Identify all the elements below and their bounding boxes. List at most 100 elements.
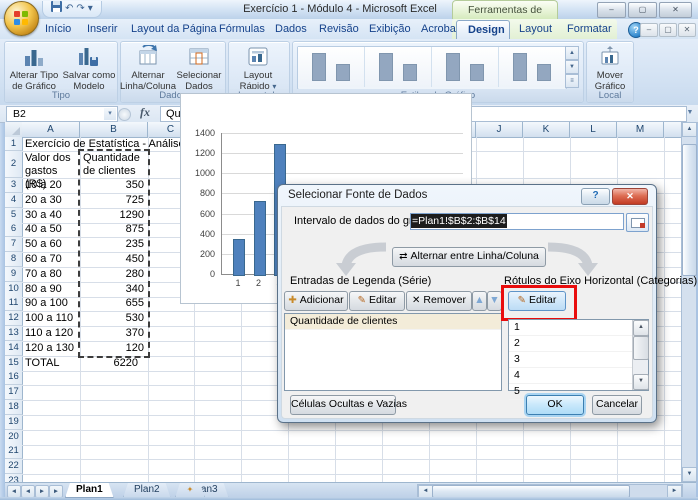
ribbon-tab-layout-da-p-gina[interactable]: Layout da Página: [120, 20, 208, 39]
axis-list-item[interactable]: 4: [509, 368, 633, 384]
scroll-up-icon[interactable]: ▲: [633, 320, 649, 336]
row-header-17[interactable]: 17: [5, 385, 23, 400]
hidden-empty-cells-button[interactable]: Células Ocultas e Vazias: [290, 395, 396, 415]
ribbon-tab-in-cio[interactable]: Início: [34, 20, 76, 39]
expand-formula-bar-icon[interactable]: ▼: [684, 109, 696, 119]
add-series-button[interactable]: ✚Adicionar: [284, 291, 348, 311]
workbook-minimize-icon[interactable]: –: [640, 23, 658, 37]
axis-list-scrollbar[interactable]: ▲ ▼: [632, 320, 648, 390]
row-header-4[interactable]: 4: [5, 193, 23, 208]
row-header-16[interactable]: 16: [5, 370, 23, 385]
ribbon-tab-f-rmulas[interactable]: Fórmulas: [208, 20, 264, 39]
vscroll-down-icon[interactable]: ▼: [682, 467, 697, 482]
namebox-dropdown-icon[interactable]: ▾: [104, 108, 116, 120]
change-chart-type-button[interactable]: Alterar Tipo de Gráfico: [7, 44, 61, 88]
ok-button[interactable]: OK: [526, 395, 584, 415]
cell-qty[interactable]: 235: [81, 238, 144, 251]
row-header-20[interactable]: 20: [5, 430, 23, 445]
cell-range[interactable]: 60 a 70: [25, 253, 62, 266]
insert-function-icon[interactable]: fx: [134, 106, 156, 120]
gallery-down-icon[interactable]: ▼: [565, 60, 579, 74]
cell-range[interactable]: 50 a 60: [25, 238, 62, 251]
cell-total-value[interactable]: 6220: [75, 357, 138, 370]
office-button[interactable]: [4, 1, 39, 36]
cell-qty[interactable]: 530: [81, 312, 144, 325]
vscroll-thumb[interactable]: [682, 144, 697, 276]
ribbon-tab-acrobat[interactable]: Acrobat: [410, 20, 460, 39]
cell-range[interactable]: 40 a 50: [25, 223, 62, 236]
chart-data-range-input[interactable]: =Plan1!$B$2:$B$14: [410, 213, 624, 230]
select-all-corner[interactable]: [5, 122, 23, 138]
axis-labels-list[interactable]: 12345 ▲ ▼: [508, 319, 649, 391]
save-as-template-button[interactable]: Salvar como Modelo: [62, 44, 116, 88]
undo-icon[interactable]: ↶: [65, 2, 73, 16]
cell-range[interactable]: 110 a 120: [25, 327, 73, 340]
row-header-18[interactable]: 18: [5, 400, 23, 415]
redo-icon[interactable]: ↷: [76, 2, 84, 16]
edit-axis-labels-button[interactable]: ✎Editar: [508, 291, 566, 311]
row-header-10[interactable]: 10: [5, 282, 23, 297]
switch-row-column-dialog-button[interactable]: ⇄Alternar entre Linha/Coluna: [392, 247, 546, 267]
chart-style-thumbnail[interactable]: [298, 47, 365, 87]
gallery-up-icon[interactable]: ▲: [565, 46, 579, 60]
chart-style-thumbnail[interactable]: [432, 47, 499, 87]
chart-bar[interactable]: [254, 201, 266, 276]
cell-qty[interactable]: 1290: [81, 209, 144, 222]
row-header-11[interactable]: 11: [5, 296, 23, 311]
row-header-14[interactable]: 14: [5, 341, 23, 356]
cell-range[interactable]: 20 a 30: [25, 194, 62, 207]
sheet-tab-plan1[interactable]: Plan1: [65, 483, 114, 498]
name-box[interactable]: B2 ▾: [6, 106, 118, 122]
workbook-close-icon[interactable]: ✕: [678, 23, 696, 37]
row-header-22[interactable]: 22: [5, 459, 23, 474]
ribbon-tab-exibi-o[interactable]: Exibição: [358, 20, 410, 39]
row-header-9[interactable]: 9: [5, 267, 23, 282]
insert-sheet-tab[interactable]: ✦: [175, 483, 205, 498]
move-series-down-icon[interactable]: ▼: [487, 291, 502, 311]
move-series-up-icon[interactable]: ▲: [472, 291, 487, 311]
ribbon-tab-revis-o[interactable]: Revisão: [308, 20, 358, 39]
row-header-3[interactable]: 3: [5, 178, 23, 193]
vscroll-up-icon[interactable]: ▲: [682, 122, 697, 137]
cell-range[interactable]: 10 a 20: [25, 179, 62, 192]
gallery-more-icon[interactable]: ≡: [565, 74, 579, 88]
row-header-13[interactable]: 13: [5, 326, 23, 341]
switch-row-column-button[interactable]: Alternar Linha/Coluna: [122, 44, 174, 88]
row-header-15[interactable]: 15: [5, 356, 23, 371]
column-header-b[interactable]: B: [80, 122, 148, 138]
cell-qty[interactable]: 280: [81, 268, 144, 281]
dialog-help-icon[interactable]: ?: [581, 188, 610, 205]
row-header-7[interactable]: 7: [5, 237, 23, 252]
range-picker-icon[interactable]: [626, 213, 649, 232]
cell-qty[interactable]: 340: [81, 283, 144, 296]
ribbon-tab-dados[interactable]: Dados: [264, 20, 308, 39]
ribbon-tab-design[interactable]: Design: [456, 20, 510, 40]
cell-range[interactable]: 80 a 90: [25, 283, 62, 296]
cell-qty[interactable]: 120: [81, 342, 144, 355]
dialog-close-icon[interactable]: ✕: [612, 188, 648, 205]
cell-range[interactable]: 120 a 130: [25, 342, 74, 355]
select-data-button[interactable]: Selecionar Dados: [175, 44, 223, 88]
row-header-12[interactable]: 12: [5, 311, 23, 326]
cell-range[interactable]: 90 a 100: [25, 297, 68, 310]
vertical-scrollbar[interactable]: ▲ ▼: [681, 122, 696, 482]
row-header-1[interactable]: 1: [5, 137, 23, 151]
remove-series-button[interactable]: ✕Remover: [406, 291, 472, 311]
scroll-down-icon[interactable]: ▼: [633, 374, 649, 390]
chart-style-thumbnail[interactable]: [499, 47, 566, 87]
move-chart-button[interactable]: Mover Gráfico: [588, 44, 632, 88]
row-header-23[interactable]: 23: [5, 474, 23, 482]
ribbon-tab-layout[interactable]: Layout: [508, 20, 556, 39]
qat-dropdown-icon[interactable]: ▾: [88, 2, 93, 16]
maximize-icon[interactable]: ▢: [628, 2, 657, 18]
row-header-5[interactable]: 5: [5, 208, 23, 223]
column-header-j[interactable]: J: [476, 122, 523, 138]
cell-qty[interactable]: 725: [81, 194, 144, 207]
minimize-icon[interactable]: –: [597, 2, 626, 18]
quick-layout-button[interactable]: Layout Rápido ▾: [231, 44, 285, 88]
cell-range[interactable]: 70 a 80: [25, 268, 62, 281]
scroll-thumb[interactable]: [633, 336, 649, 360]
column-header-a[interactable]: A: [22, 122, 80, 138]
cancel-button[interactable]: Cancelar: [592, 395, 642, 415]
cell-qty[interactable]: 450: [81, 253, 144, 266]
